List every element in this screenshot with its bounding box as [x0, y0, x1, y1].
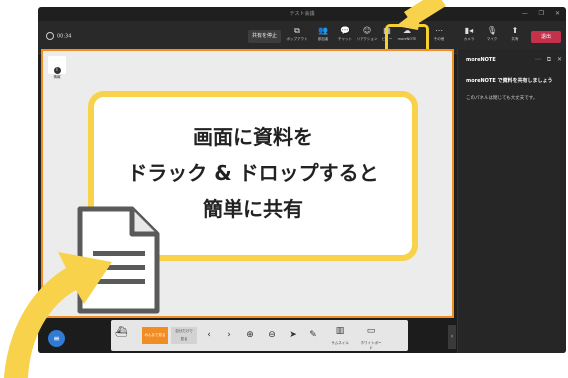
- popout-icon: ⧉: [294, 26, 300, 35]
- more-button[interactable]: ⋯ その他: [428, 25, 450, 51]
- mic-icon: 🎙: [486, 26, 498, 35]
- more-label: その他: [433, 37, 445, 41]
- people-button[interactable]: 👥 参加者: [312, 25, 334, 51]
- whiteboard-icon[interactable]: ▭: [364, 324, 378, 338]
- close-icon[interactable]: ✕: [555, 10, 560, 17]
- smile-icon: ☺: [362, 26, 372, 35]
- document-icon: [77, 206, 160, 314]
- more-icon: ⋯: [435, 26, 443, 35]
- viewer-controls: ⛴ みんなで見る 自分だけで 見る ‹ › ⊕ ⊖ ➤ ✎ ▥ サムネイル ▭ …: [111, 320, 408, 351]
- share-icon: ⬆: [511, 26, 519, 35]
- popout-label: ポップアウト: [286, 37, 308, 41]
- view-together-button[interactable]: みんなで見る: [142, 327, 168, 344]
- window-title: テスト会議: [289, 11, 315, 17]
- chat-icon: 💬: [340, 26, 350, 35]
- panel-popout-icon[interactable]: ⧉: [547, 56, 551, 63]
- minimize-icon[interactable]: —: [522, 10, 528, 17]
- people-icon: 👥: [318, 26, 328, 35]
- thumbnail-icon[interactable]: ▥: [333, 324, 347, 338]
- panel-subtext: このパネルは閉じても大丈夫です。: [466, 96, 538, 101]
- meeting-timer: 00:34: [46, 32, 71, 40]
- stop-share-button[interactable]: 共有を停止: [248, 30, 282, 43]
- boat-icon[interactable]: ⛴: [115, 326, 128, 340]
- shield-icon: [46, 32, 54, 40]
- camera-label: カメラ: [463, 37, 475, 41]
- mic-button[interactable]: 🎙 マイク: [481, 25, 503, 51]
- panel-more-icon[interactable]: ⋯: [535, 56, 541, 63]
- zoom-out-icon[interactable]: ⊖: [266, 328, 278, 342]
- morenote-side-panel: moreNOTE ⋯ ⧉ ✕ moreNOTE で資料を共有しましょう このパネ…: [457, 49, 566, 353]
- timer-text: 00:34: [57, 33, 72, 40]
- info-label: 情報: [53, 75, 61, 79]
- react-label: リアクション: [356, 37, 378, 41]
- maximize-icon[interactable]: ❐: [539, 10, 544, 17]
- mic-label: マイク: [486, 37, 498, 41]
- thumbnail-label: サムネイル: [331, 341, 349, 345]
- react-button[interactable]: ☺ リアクション: [356, 25, 378, 51]
- chat-label: チャット: [338, 37, 352, 41]
- people-label: 参加者: [317, 37, 329, 41]
- panel-title: moreNOTE: [466, 57, 496, 63]
- pointer-icon[interactable]: ➤: [287, 328, 299, 342]
- collapse-panel-button[interactable]: ‹: [448, 325, 456, 349]
- info-icon: i: [53, 67, 61, 74]
- callout-line-1: 画面に資料を: [193, 125, 313, 149]
- zoom-in-icon[interactable]: ⊕: [244, 328, 256, 342]
- camera-button[interactable]: ▮◂ カメラ: [458, 25, 480, 51]
- panel-heading: moreNOTE で資料を共有しましょう: [466, 78, 553, 84]
- chat-button[interactable]: 💬 チャット: [334, 25, 356, 51]
- window-controls: — ❐ ✕: [513, 7, 560, 21]
- next-page-icon[interactable]: ›: [223, 328, 235, 342]
- share-button[interactable]: ⬆ 共有: [504, 25, 526, 51]
- whiteboard-label: ホワイトボード: [360, 341, 382, 350]
- pen-icon[interactable]: ✎: [307, 328, 319, 342]
- info-button[interactable]: i 情報: [48, 56, 66, 79]
- panel-controls: ⋯ ⧉ ✕: [531, 56, 562, 64]
- camera-icon: ▮◂: [464, 26, 474, 35]
- view-alone-label-2: 見る: [180, 337, 188, 341]
- share-label: 共有: [511, 37, 519, 41]
- popout-button[interactable]: ⧉ ポップアウト: [286, 25, 308, 51]
- view-alone-label-1: 自分だけで: [175, 329, 193, 333]
- prev-page-icon[interactable]: ‹: [203, 328, 215, 342]
- panel-close-icon[interactable]: ✕: [557, 56, 562, 63]
- leave-button[interactable]: 退出: [531, 31, 561, 43]
- menu-icon[interactable]: ≡: [48, 330, 65, 347]
- callout-line-2: ドラック & ドロップすると: [127, 161, 379, 185]
- view-alone-button[interactable]: 自分だけで 見る: [171, 327, 197, 344]
